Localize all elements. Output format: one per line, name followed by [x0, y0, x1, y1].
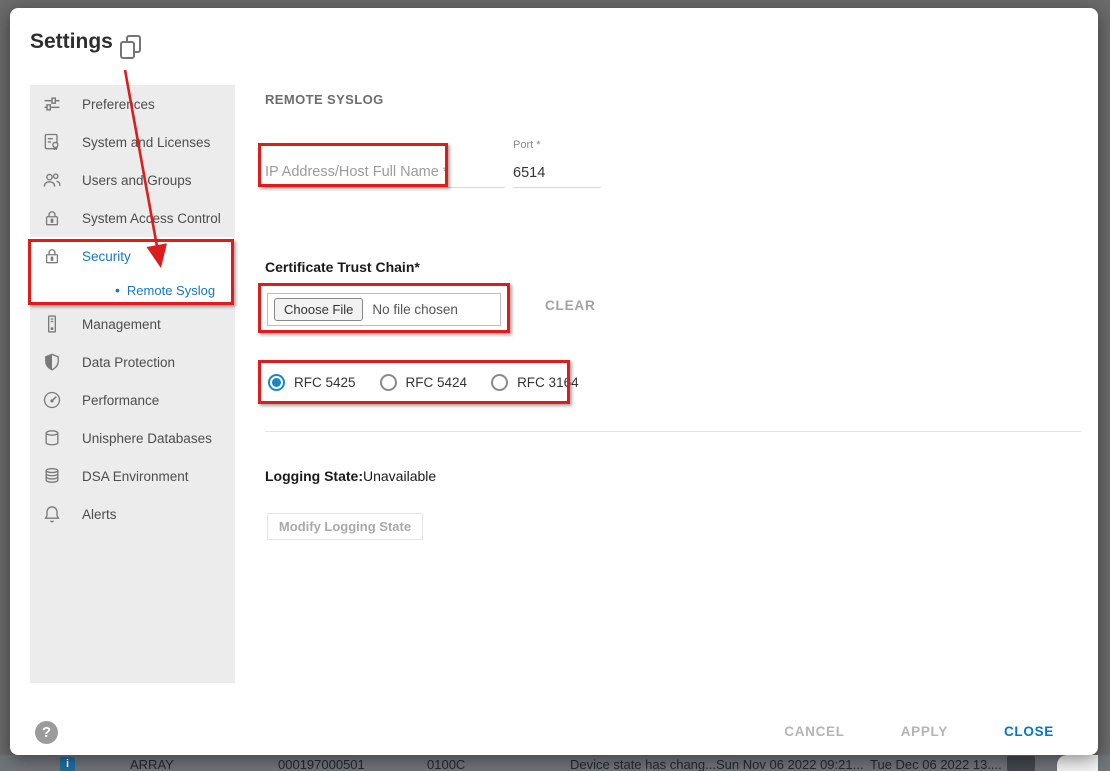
copy-icon[interactable] [118, 34, 142, 60]
lock-icon [42, 246, 62, 266]
sidebar-item-label: Preferences [82, 97, 155, 112]
logging-state-value: Unavailable [363, 468, 436, 484]
sidebar-item-performance[interactable]: Performance [30, 381, 235, 419]
dimmed-background-row: i ARRAY 000197000501 0100C Device state … [0, 755, 1110, 771]
bg-cell-message: Device state has chang... [570, 757, 716, 771]
sidebar-item-label: Management [82, 317, 161, 332]
sidebar-item-label: Users and Groups [82, 173, 192, 188]
page-title: REMOTE SYSLOG [265, 92, 384, 107]
sidebar-item-users-and-groups[interactable]: Users and Groups [30, 161, 235, 199]
radio-icon[interactable] [491, 374, 508, 391]
radio-label: RFC 3164 [517, 375, 579, 390]
logging-state-line: Logging State:Unavailable [265, 468, 436, 484]
port-input[interactable] [513, 158, 601, 188]
bg-cell-date1: Sun Nov 06 2022 09:21... [716, 757, 863, 771]
page-corner [1057, 755, 1098, 771]
choose-file-button[interactable]: Choose File [274, 298, 363, 321]
info-icon: i [60, 757, 75, 771]
sidebar-item-label: System and Licenses [82, 135, 210, 150]
sidebar-item-unisphere-databases[interactable]: Unisphere Databases [30, 419, 235, 457]
sidebar-item-system-access-control[interactable]: System Access Control [30, 199, 235, 237]
close-button[interactable]: CLOSE [1004, 724, 1054, 739]
help-icon[interactable]: ? [35, 721, 58, 744]
radio-label: RFC 5425 [294, 375, 356, 390]
sidebar-item-remote-syslog[interactable]: • Remote Syslog [30, 275, 235, 305]
sidebar-item-label: DSA Environment [82, 469, 189, 484]
sidebar-item-label: Alerts [82, 507, 117, 522]
users-icon [42, 170, 62, 190]
logging-state-label: Logging State: [265, 468, 363, 484]
certificate-file-input[interactable]: Choose File No file chosen [267, 293, 501, 326]
bg-cell-type: ARRAY [130, 757, 174, 771]
shield-icon [42, 352, 62, 372]
database-stack-icon [42, 466, 62, 486]
radio-icon[interactable] [268, 374, 285, 391]
database-icon [42, 428, 62, 448]
sidebar-item-preferences[interactable]: Preferences [30, 85, 235, 123]
rfc-radio-group: RFC 5425 RFC 5424 RFC 3164 [268, 374, 603, 391]
sidebar-item-management[interactable]: Management [30, 305, 235, 343]
modify-logging-state-button[interactable]: Modify Logging State [267, 513, 423, 540]
sidebar-item-security[interactable]: Security [30, 237, 235, 275]
sidebar-item-dsa-environment[interactable]: DSA Environment [30, 457, 235, 495]
sidebar-item-system-and-licenses[interactable]: System and Licenses [30, 123, 235, 161]
settings-dialog: Settings Preferences [10, 8, 1098, 755]
certificate-trust-chain-label: Certificate Trust Chain* [265, 259, 420, 275]
gauge-icon [42, 390, 62, 410]
sidebar-item-data-protection[interactable]: Data Protection [30, 343, 235, 381]
bg-cell-id: 0100C [427, 757, 465, 771]
server-icon [42, 314, 62, 334]
file-status-text: No file chosen [372, 302, 458, 317]
bg-cell-date2: Tue Dec 06 2022 13.... [870, 757, 1002, 771]
lock-icon [42, 208, 62, 228]
sliders-icon [42, 94, 62, 114]
radio-label: RFC 5424 [406, 375, 468, 390]
clear-button[interactable]: CLEAR [545, 298, 596, 313]
sidebar: Preferences System and Licenses [30, 85, 235, 683]
sidebar-item-label: System Access Control [82, 211, 221, 226]
radio-rfc-3164[interactable]: RFC 3164 [491, 374, 579, 391]
sidebar-subitem-label: Remote Syslog [127, 283, 215, 298]
port-label: Port * [513, 139, 541, 151]
radio-rfc-5425[interactable]: RFC 5425 [268, 374, 356, 391]
dialog-title: Settings [30, 30, 113, 54]
radio-rfc-5424[interactable]: RFC 5424 [380, 374, 468, 391]
bullet-icon: • [115, 282, 120, 298]
sidebar-item-label: Unisphere Databases [82, 431, 212, 446]
sidebar-security-group: Security • Remote Syslog [30, 237, 235, 305]
footer-buttons: CANCEL APPLY CLOSE [784, 724, 1054, 739]
license-icon [42, 132, 62, 152]
section-divider [265, 431, 1081, 432]
sidebar-item-label: Security [82, 249, 131, 264]
bg-cell-serial: 000197000501 [278, 757, 365, 771]
sidebar-item-alerts[interactable]: Alerts [30, 495, 235, 533]
sidebar-item-label: Performance [82, 393, 159, 408]
sidebar-item-label: Data Protection [82, 355, 175, 370]
apply-button[interactable]: APPLY [901, 724, 948, 739]
bell-icon [42, 504, 62, 524]
dimmed-block [1007, 756, 1035, 771]
ip-address-input[interactable] [265, 156, 505, 188]
cancel-button[interactable]: CANCEL [784, 724, 844, 739]
radio-icon[interactable] [380, 374, 397, 391]
